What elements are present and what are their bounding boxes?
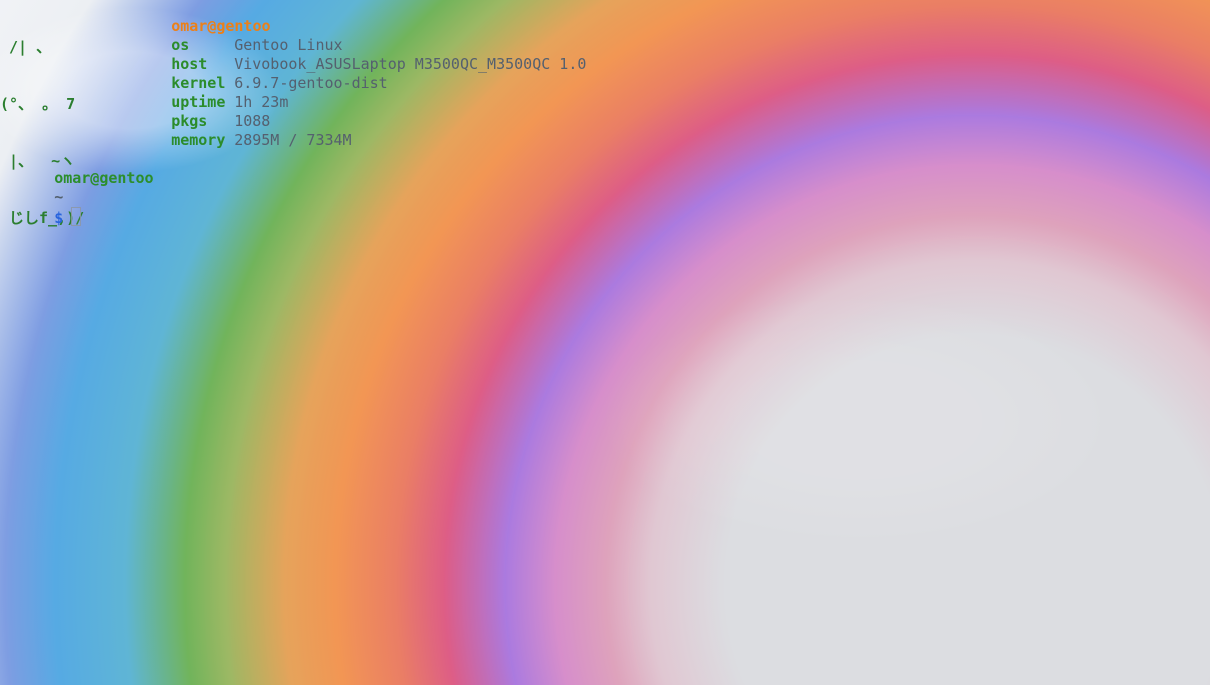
system-info-row-pkgs: pkgs 1088	[117, 93, 270, 130]
text-cursor[interactable]	[71, 207, 82, 226]
ascii-line: /| 、	[0, 38, 52, 56]
prompt-path: ~	[54, 188, 64, 206]
system-info-title-row: omar@gentoo	[117, 0, 270, 35]
prompt-symbol: $	[54, 209, 64, 227]
desktop-background: /| 、 (°、 。 7 |、 ~ヽ じしf_,)/ omar@gentoo o…	[0, 0, 1210, 685]
system-info-row-uptime: uptime 1h 23m	[117, 74, 288, 111]
system-info-row-host: host Vivobook_ASUSLaptop M3500QC_M3500QC …	[117, 36, 586, 73]
ascii-line: (°、 。 7	[0, 95, 76, 113]
system-info-row-os: os Gentoo Linux	[117, 17, 342, 54]
system-info-row-kernel: kernel 6.9.7-gentoo-dist	[117, 55, 388, 92]
terminal-window[interactable]: /| 、 (°、 。 7 |、 ~ヽ じしf_,)/ omar@gentoo o…	[0, 0, 1210, 685]
memory-value: 2895M / 7334M	[234, 131, 352, 149]
system-info-row-memory: memory 2895M / 7334M	[117, 112, 351, 149]
prompt-user-host: omar@gentoo	[54, 169, 154, 187]
command-prompt[interactable]: omar@gentoo ~ $	[0, 150, 153, 227]
memory-label: memory	[171, 131, 226, 149]
